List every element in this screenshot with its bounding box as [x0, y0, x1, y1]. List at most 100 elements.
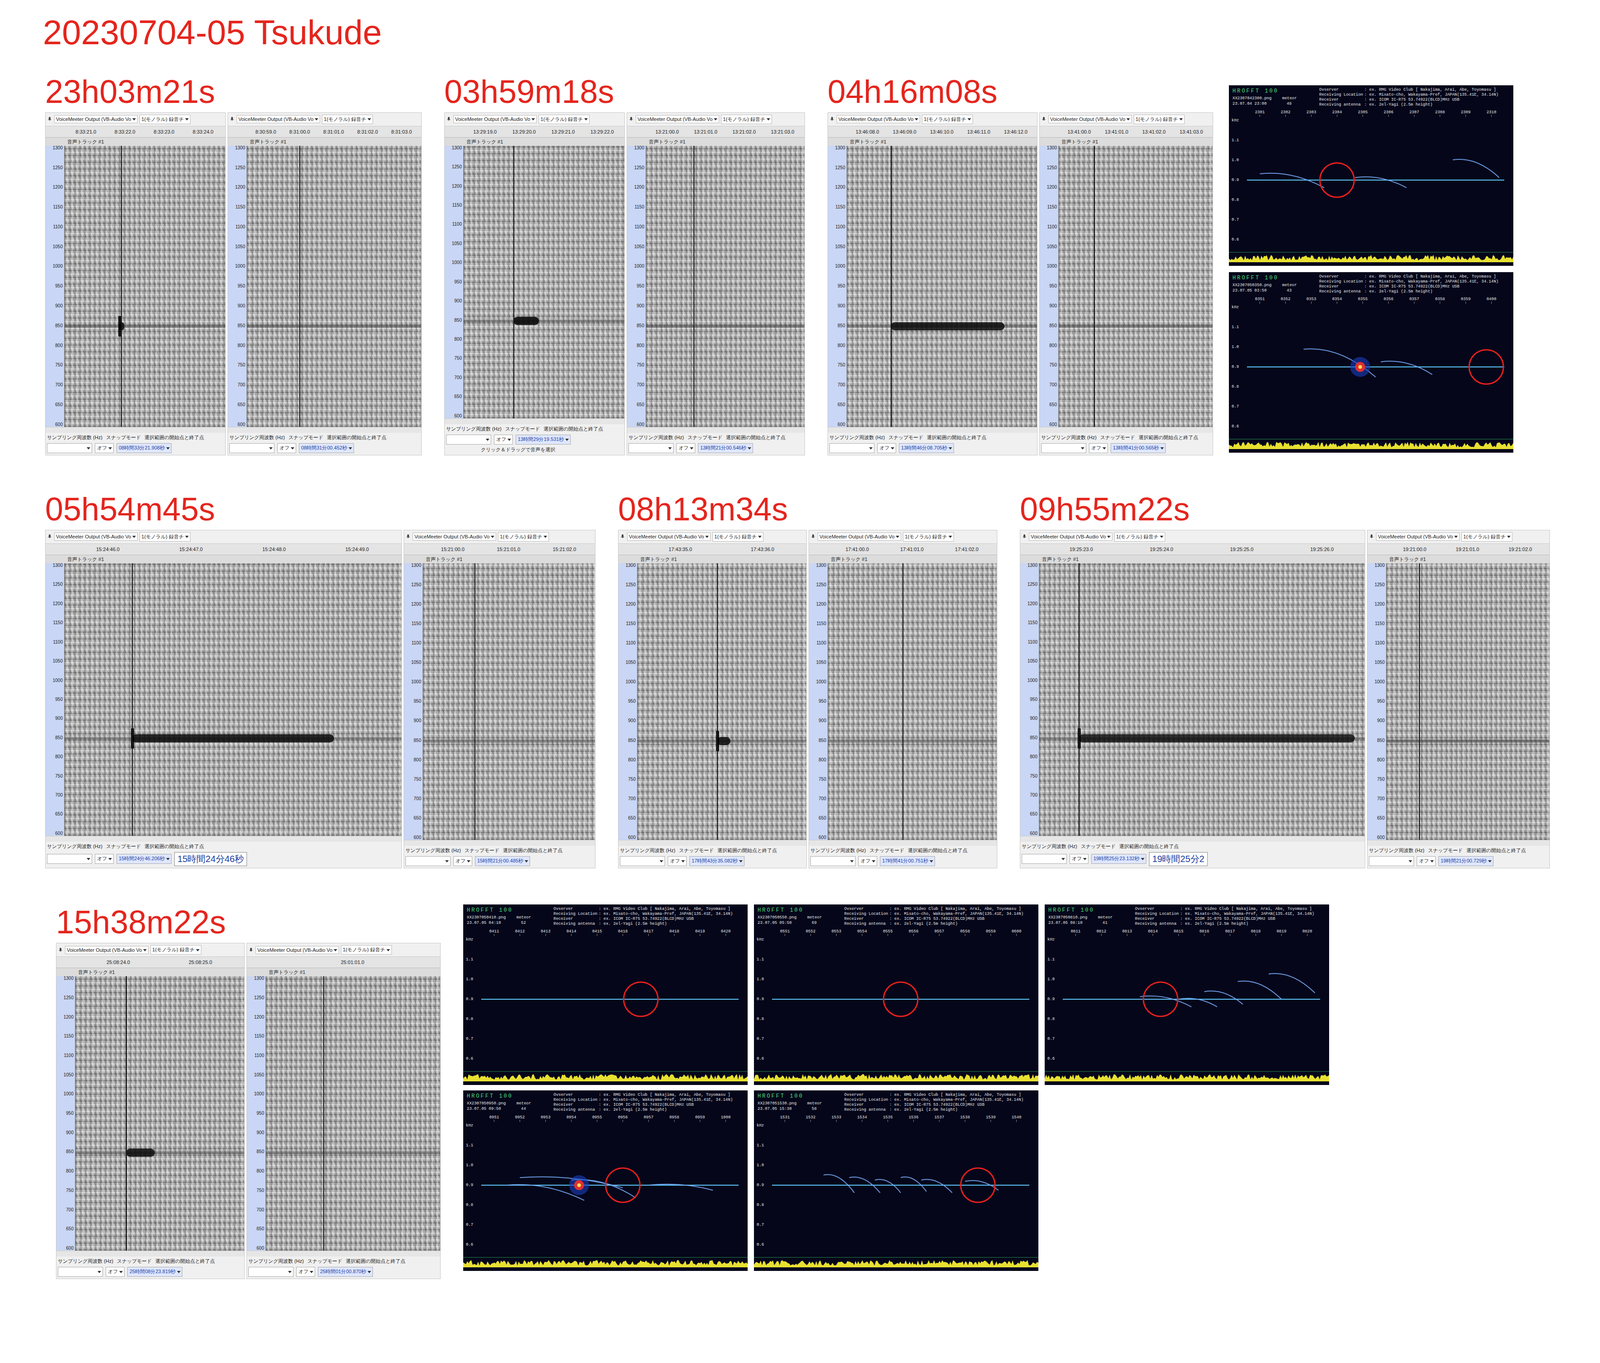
- selection-field[interactable]: 13時間46分08.705秒: [898, 443, 954, 454]
- scrollbar[interactable]: [56, 1251, 245, 1257]
- channel-dropdown[interactable]: 1(モノラル) 録音チ: [321, 114, 373, 125]
- spectrogram[interactable]: [64, 145, 226, 428]
- channel-dropdown[interactable]: 1(モノラル) 録音チ: [1133, 114, 1185, 125]
- scrollbar[interactable]: [809, 840, 997, 847]
- channel-dropdown[interactable]: 1(モノラル) 録音チ: [340, 945, 392, 955]
- device-dropdown[interactable]: VoiceMeeter Output (VB-Audio Vo: [54, 115, 138, 124]
- time-ruler[interactable]: 13:29:19.013:29:20.013:29:21.013:29:22.0: [444, 125, 625, 138]
- selection-field[interactable]: 19時間25分23.132秒: [1091, 854, 1147, 865]
- scrollbar[interactable]: [444, 418, 625, 425]
- snap-field[interactable]: オフ: [493, 434, 513, 445]
- time-ruler[interactable]: 19:21:00.019:21:01.019:21:02.0: [1367, 543, 1550, 556]
- rate-field[interactable]: [619, 856, 666, 867]
- device-dropdown[interactable]: VoiceMeeter Output (VB-Audio Vo: [54, 532, 138, 541]
- spectrogram[interactable]: [827, 563, 997, 841]
- device-dropdown[interactable]: VoiceMeeter Output (VB-Audio Vo: [255, 946, 340, 955]
- rate-field[interactable]: [1021, 854, 1067, 865]
- rate-field[interactable]: [229, 443, 275, 454]
- snap-field[interactable]: オフ: [277, 443, 297, 454]
- play-cursor[interactable]: [513, 145, 515, 419]
- spectrogram[interactable]: [265, 976, 441, 1252]
- time-ruler[interactable]: 17:43:35.017:43:36.0: [618, 543, 807, 556]
- time-ruler[interactable]: 8:30:59.08:31:00.08:31:01.08:31:02.08:31…: [227, 125, 422, 138]
- scrollbar[interactable]: [827, 427, 1038, 433]
- snap-field[interactable]: オフ: [94, 443, 114, 454]
- snap-field[interactable]: オフ: [1069, 854, 1089, 865]
- channel-dropdown[interactable]: 1(モノラル) 録音チ: [902, 532, 954, 542]
- selection-field[interactable]: 25時間01分00.870秒: [317, 1267, 373, 1278]
- play-cursor[interactable]: [890, 145, 892, 428]
- channel-dropdown[interactable]: 1(モノラル) 録音チ: [538, 114, 590, 125]
- device-dropdown[interactable]: VoiceMeeter Output (VB-Audio Vo: [817, 532, 902, 541]
- selection-field[interactable]: 13時間29分19.531秒: [515, 434, 571, 445]
- spectrogram[interactable]: [423, 563, 596, 841]
- rate-field[interactable]: [1368, 856, 1414, 867]
- spectrogram[interactable]: [1058, 145, 1213, 428]
- channel-dropdown[interactable]: 1(モノラル) 録音チ: [921, 114, 973, 125]
- spectrogram[interactable]: [1039, 563, 1365, 837]
- selection-field[interactable]: 08時間31分00.452秒: [298, 443, 354, 454]
- snap-field[interactable]: オフ: [453, 856, 473, 867]
- time-ruler[interactable]: 13:41:00.013:41:01.013:41:02.013:41:03.0: [1039, 125, 1213, 138]
- device-dropdown[interactable]: VoiceMeeter Output (VB-Audio Vo: [453, 115, 537, 124]
- time-ruler[interactable]: 13:21:00.013:21:01.013:21:02.013:21:03.0: [627, 125, 805, 138]
- play-cursor[interactable]: [120, 145, 122, 428]
- snap-field[interactable]: オフ: [105, 1267, 125, 1278]
- channel-dropdown[interactable]: 1(モノラル) 録音チ: [1461, 532, 1513, 542]
- spectrogram[interactable]: [637, 563, 807, 841]
- channel-dropdown[interactable]: 1(モノラル) 録音チ: [712, 532, 764, 542]
- selection-field[interactable]: 17時間41分00.751秒: [879, 856, 935, 867]
- selection-field[interactable]: 13時間21分00.546秒: [697, 443, 754, 454]
- device-dropdown[interactable]: VoiceMeeter Output (VB-Audio Vo: [1376, 532, 1460, 541]
- scrollbar[interactable]: [227, 427, 422, 433]
- snap-field[interactable]: オフ: [1416, 856, 1436, 867]
- device-dropdown[interactable]: VoiceMeeter Output (VB-Audio Vo: [65, 946, 149, 955]
- channel-dropdown[interactable]: 1(モノラル) 録音チ: [150, 945, 202, 955]
- scrollbar[interactable]: [627, 427, 805, 433]
- snap-field[interactable]: オフ: [94, 854, 114, 865]
- rate-field[interactable]: [46, 854, 93, 865]
- play-cursor[interactable]: [1418, 563, 1420, 841]
- spectrogram[interactable]: [64, 563, 402, 837]
- play-cursor[interactable]: [902, 563, 904, 841]
- play-cursor[interactable]: [323, 976, 325, 1252]
- spectrogram[interactable]: [463, 145, 625, 419]
- play-cursor[interactable]: [474, 563, 476, 841]
- device-dropdown[interactable]: VoiceMeeter Output (VB-Audio Vo: [236, 115, 321, 124]
- selection-field[interactable]: 19時間21分00.729秒: [1438, 856, 1494, 867]
- device-dropdown[interactable]: VoiceMeeter Output (VB-Audio Vo: [836, 115, 921, 124]
- selection-field[interactable]: 15時間24分46.206秒: [116, 854, 172, 865]
- rate-field[interactable]: [446, 434, 492, 445]
- scrollbar[interactable]: [1039, 427, 1213, 433]
- scrollbar[interactable]: [45, 836, 402, 842]
- device-dropdown[interactable]: VoiceMeeter Output (VB-Audio Vo: [412, 532, 497, 541]
- time-ruler[interactable]: 8:33:21.08:33:22.08:33:23.08:33:24.0: [45, 125, 226, 138]
- snap-field[interactable]: オフ: [1088, 443, 1108, 454]
- spectrogram[interactable]: [846, 145, 1038, 428]
- snap-field[interactable]: オフ: [877, 443, 897, 454]
- time-ruler[interactable]: 17:41:00.017:41:01.017:41:02.0: [809, 543, 997, 556]
- channel-dropdown[interactable]: 1(モノラル) 録音チ: [139, 114, 191, 125]
- play-cursor[interactable]: [125, 976, 127, 1252]
- selection-field[interactable]: 17時間43分35.082秒: [689, 856, 745, 867]
- rate-field[interactable]: [829, 443, 875, 454]
- rate-field[interactable]: [46, 443, 93, 454]
- rate-field[interactable]: [248, 1267, 294, 1278]
- rate-field[interactable]: [810, 856, 856, 867]
- rate-field[interactable]: [1041, 443, 1087, 454]
- rate-field[interactable]: [57, 1267, 103, 1278]
- channel-dropdown[interactable]: 1(モノラル) 録音チ: [1114, 532, 1166, 542]
- selection-field[interactable]: 25時間08分23.819秒: [127, 1267, 183, 1278]
- time-ruler[interactable]: 19:25:23.019:25:24.019:25:25.019:25:26.0: [1020, 543, 1365, 556]
- play-cursor[interactable]: [299, 145, 301, 428]
- snap-field[interactable]: オフ: [858, 856, 878, 867]
- spectrogram[interactable]: [75, 976, 245, 1252]
- play-cursor[interactable]: [693, 145, 695, 428]
- spectrogram[interactable]: [246, 145, 422, 428]
- device-dropdown[interactable]: VoiceMeeter Output (VB-Audio Vo: [627, 532, 711, 541]
- time-ruler[interactable]: 25:08:24.025:08:25.0: [56, 956, 245, 969]
- play-cursor[interactable]: [716, 563, 718, 841]
- selection-field[interactable]: 13時間41分00.565秒: [1110, 443, 1166, 454]
- channel-dropdown[interactable]: 1(モノラル) 録音チ: [720, 114, 773, 125]
- device-dropdown[interactable]: VoiceMeeter Output (VB-Audio Vo: [1048, 115, 1132, 124]
